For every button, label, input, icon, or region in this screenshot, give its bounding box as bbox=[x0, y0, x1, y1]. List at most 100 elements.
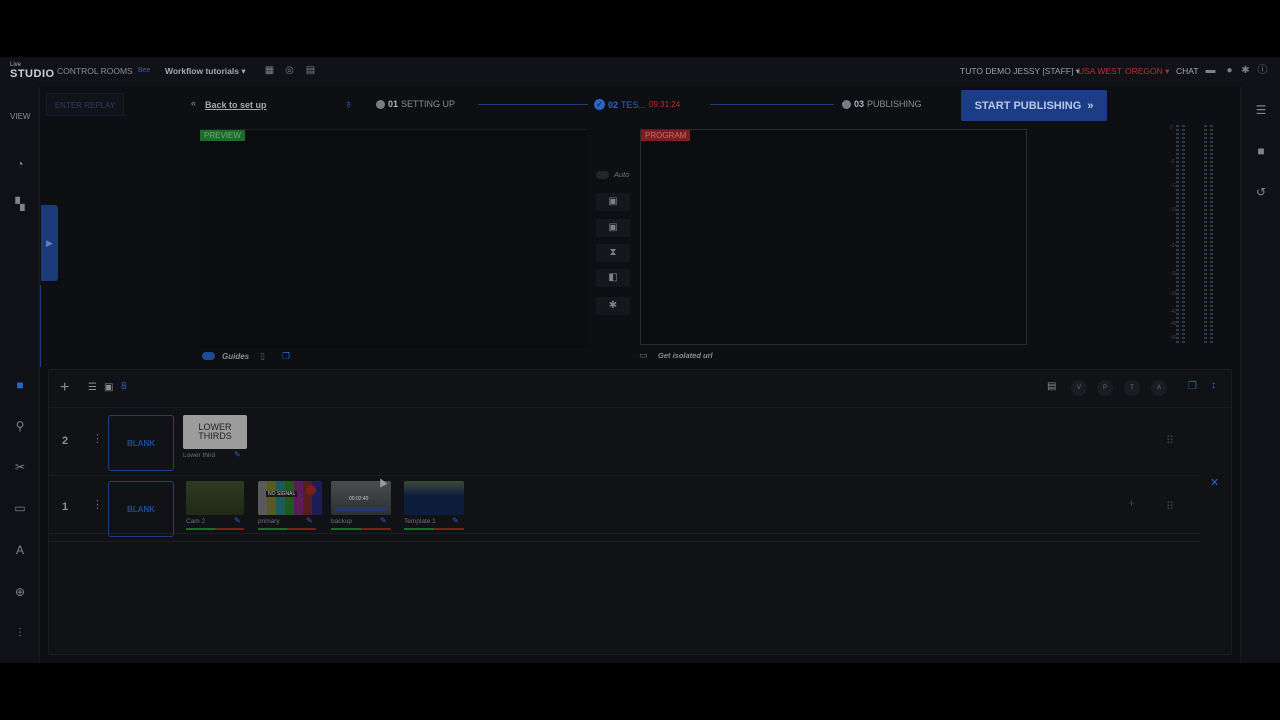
edit-pencil-icon[interactable]: ✎ bbox=[380, 516, 387, 525]
top-bar: Live STUDIO CONTROL ROOMS Bee Workflow t… bbox=[0, 57, 1280, 87]
lower-thirds-thumb[interactable]: LOWER THIRDS bbox=[183, 415, 247, 449]
step1-label: SETTING UP bbox=[401, 99, 456, 109]
rec-timer: 09:31:24 bbox=[649, 100, 681, 109]
duplicate-icon[interactable]: ❐ bbox=[1188, 381, 1197, 392]
back-to-setup-link[interactable]: Back to set up bbox=[205, 100, 267, 110]
step-testing[interactable]: ✓ 02 TES... 09:31:24 bbox=[594, 99, 680, 110]
panel-expand-tab[interactable]: ▶ bbox=[41, 205, 58, 281]
user-icon[interactable]: ● bbox=[1224, 65, 1235, 76]
sort-icon[interactable]: ↕ bbox=[1211, 380, 1216, 391]
side-divider bbox=[40, 285, 41, 367]
filter-video[interactable]: V bbox=[1071, 380, 1087, 396]
program-monitor[interactable]: PROGRAM bbox=[640, 129, 1027, 345]
auto-label: Auto bbox=[614, 170, 630, 179]
chat-bubble-icon[interactable]: ■ bbox=[1253, 143, 1269, 159]
guides-toggle[interactable] bbox=[202, 352, 215, 360]
close-icon[interactable]: ✕ bbox=[1210, 476, 1219, 489]
layout-icon[interactable]: ▤ bbox=[305, 65, 316, 76]
meter-bar-3 bbox=[1204, 125, 1207, 343]
add-source-icon[interactable]: + bbox=[1128, 496, 1135, 510]
control-rooms-link[interactable]: CONTROL ROOMS bbox=[57, 66, 133, 76]
edit-pencil-icon[interactable]: ✎ bbox=[234, 450, 241, 459]
monitor-icon[interactable]: ▭ bbox=[639, 350, 648, 361]
step-connector-1 bbox=[478, 104, 588, 105]
message-icon[interactable]: ▬ bbox=[1205, 65, 1216, 76]
globe-icon[interactable]: ◎ bbox=[284, 65, 295, 76]
chat-link[interactable]: CHAT bbox=[1176, 66, 1199, 76]
meter-scale-0: 0 bbox=[1170, 125, 1173, 131]
camera-icon[interactable]: ■ bbox=[12, 377, 28, 393]
phone-icon[interactable]: ▯ bbox=[260, 351, 265, 362]
history-icon[interactable]: ↺ bbox=[1253, 184, 1269, 200]
step-publishing[interactable]: 03 PUBLISHING bbox=[842, 99, 922, 109]
double-chevron-icon: » bbox=[1087, 99, 1094, 112]
image-overlay-icon[interactable]: ▣ bbox=[596, 193, 630, 211]
step1-number: 01 bbox=[388, 99, 399, 109]
filter-picture[interactable]: P bbox=[1097, 380, 1113, 396]
text-icon[interactable]: A bbox=[12, 542, 28, 558]
tools-icon[interactable]: ✂ bbox=[12, 459, 28, 475]
preview-monitor[interactable]: PREVIEW bbox=[200, 129, 586, 348]
filter-text[interactable]: T bbox=[1124, 380, 1140, 396]
meter-scale-1: -6 bbox=[1170, 159, 1175, 165]
list-icon[interactable]: ☰ bbox=[1253, 102, 1269, 118]
info-icon[interactable]: ⓘ bbox=[1257, 65, 1268, 76]
gear-icon[interactable]: ✱ bbox=[1240, 65, 1251, 76]
enter-replay-button[interactable]: ENTER REPLAY bbox=[46, 93, 124, 116]
template1-thumb[interactable] bbox=[404, 481, 464, 515]
cam2-status-line bbox=[186, 528, 244, 530]
controller-icon[interactable]: ⊕ bbox=[12, 584, 28, 600]
grid-icon[interactable]: ▚ bbox=[12, 196, 28, 212]
publish-label: START PUBLISHING bbox=[974, 99, 1082, 112]
auto-toggle[interactable] bbox=[596, 171, 609, 179]
settings-icon[interactable]: ✱ bbox=[596, 297, 630, 315]
cut-icon[interactable]: ◧ bbox=[596, 269, 630, 287]
antenna-icon[interactable]: ⚲ bbox=[12, 418, 28, 434]
link-icon[interactable]: 8 bbox=[121, 381, 127, 392]
drag-handle-icon[interactable]: ⠿ bbox=[1166, 434, 1174, 447]
org-badge: Bee bbox=[138, 67, 151, 74]
back-chevron-icon[interactable]: « bbox=[191, 98, 196, 108]
hourglass-icon[interactable]: ⧗ bbox=[596, 244, 630, 262]
align-icon[interactable]: ☰ bbox=[88, 382, 97, 393]
guides-label: Guides bbox=[222, 352, 250, 361]
start-publishing-button[interactable]: START PUBLISHING » bbox=[961, 90, 1107, 121]
copy-icon[interactable]: ❐ bbox=[282, 351, 290, 362]
sliders-icon[interactable]: ⫶ bbox=[12, 625, 28, 641]
lightbulb-icon[interactable]: ♁ bbox=[344, 97, 353, 111]
edit-pencil-icon[interactable]: ✎ bbox=[452, 516, 459, 525]
blank-tile[interactable]: BLANK bbox=[108, 481, 174, 537]
primary-status-line bbox=[258, 528, 316, 530]
edit-pencil-icon[interactable]: ✎ bbox=[234, 516, 241, 525]
step2-number: 02 bbox=[608, 99, 619, 110]
image-add-icon[interactable]: ▣ bbox=[596, 219, 630, 237]
app-window: Live STUDIO CONTROL ROOMS Bee Workflow t… bbox=[0, 57, 1280, 663]
meter-bar-2 bbox=[1182, 125, 1185, 343]
right-rail: ☰ ■ ↺ bbox=[1240, 87, 1280, 663]
comment-icon[interactable]: ▭ bbox=[12, 500, 28, 516]
preview-tag: PREVIEW bbox=[200, 130, 245, 141]
location-dropdown[interactable]: OREGON ▾ bbox=[1125, 66, 1169, 77]
studio-logo[interactable]: Live STUDIO bbox=[10, 61, 54, 85]
dashboard-icon[interactable]: ◔ bbox=[12, 156, 28, 172]
drag-handle-icon[interactable]: ⠿ bbox=[1166, 500, 1174, 513]
lock-icon[interactable]: ▣ bbox=[104, 382, 113, 393]
add-layer-icon[interactable]: + bbox=[60, 379, 69, 397]
keyboard-icon[interactable]: ▤ bbox=[1047, 381, 1056, 392]
meter-bar-4 bbox=[1210, 125, 1213, 343]
account-dropdown[interactable]: TUTO DEMO JESSY [STAFF] ▾ bbox=[960, 66, 1080, 77]
layer-menu-icon[interactable]: ⋮ bbox=[92, 498, 103, 511]
layer-2: 2 ⋮ BLANK LOWER THIRDS Lower third ✎ ⠿ bbox=[48, 410, 1200, 476]
isolated-url-link[interactable]: Get isolated url bbox=[658, 351, 713, 360]
layer-number: 1 bbox=[61, 501, 69, 513]
edit-pencil-icon[interactable]: ✎ bbox=[306, 516, 313, 525]
calendar-icon[interactable]: ▦ bbox=[264, 65, 275, 76]
filter-audio[interactable]: A bbox=[1151, 380, 1167, 396]
blank-tile[interactable]: BLANK bbox=[108, 415, 174, 471]
primary-thumb[interactable]: NO SIGNAL bbox=[258, 481, 322, 515]
layer-menu-icon[interactable]: ⋮ bbox=[92, 432, 103, 445]
layer-number: 2 bbox=[61, 435, 69, 447]
step-setting-up[interactable]: 01 SETTING UP bbox=[376, 99, 455, 109]
cam2-thumb[interactable] bbox=[186, 481, 244, 515]
workflow-dropdown[interactable]: Workflow tutorials ▾ bbox=[165, 66, 246, 77]
